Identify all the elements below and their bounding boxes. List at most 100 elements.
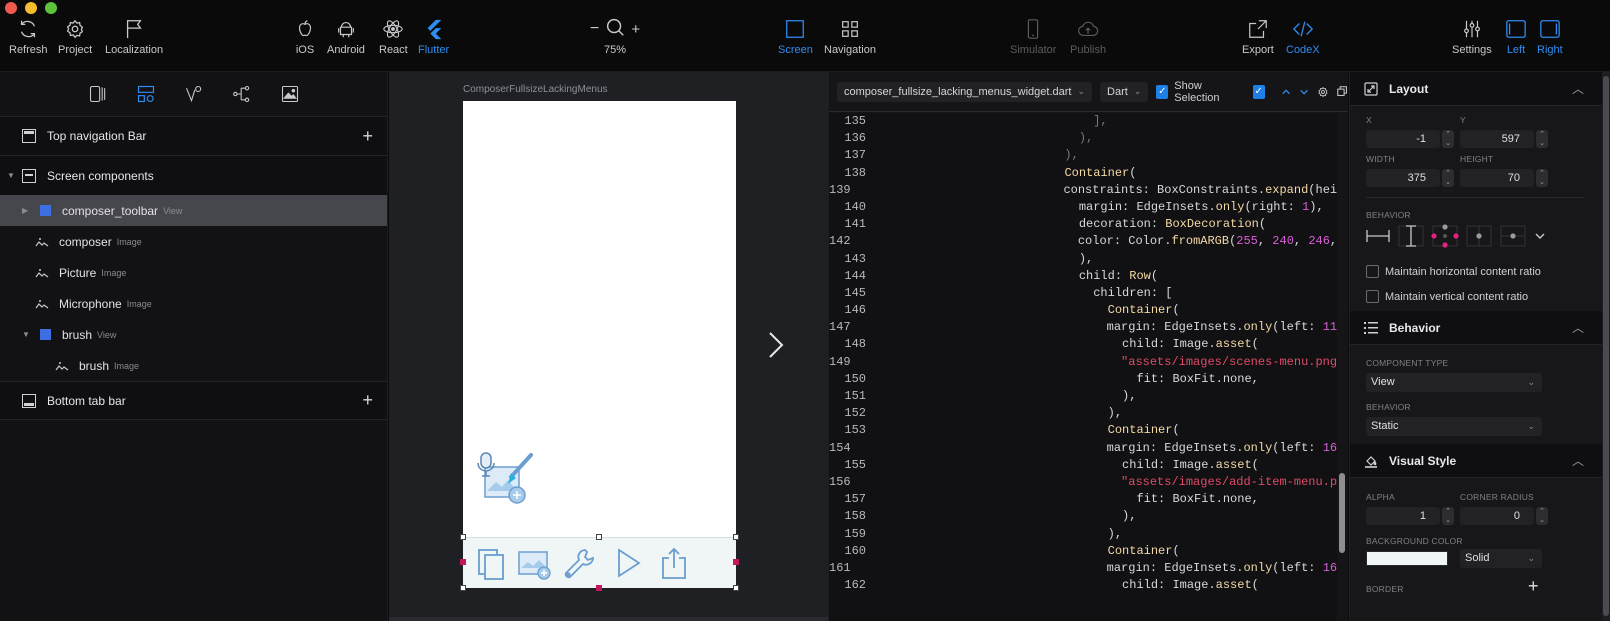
resize-behavior-options[interactable] [1366, 223, 1566, 249]
code-line[interactable]: 138 Container( [829, 165, 1337, 182]
codex-button[interactable]: CodeX [1286, 18, 1320, 56]
corner-radius-input[interactable]: 0 ⌃ ⌄ [1460, 507, 1548, 525]
code-line[interactable]: 146 Container( [829, 302, 1337, 319]
add-border-button[interactable]: + [1528, 576, 1539, 597]
toggle-right-panel-button[interactable]: Right [1537, 18, 1563, 56]
y-stepper[interactable]: ⌃ ⌄ [1536, 130, 1548, 148]
artboard-title[interactable]: ComposerFullsizeLackingMenus [463, 84, 608, 95]
composer-image[interactable] [475, 451, 535, 509]
zoom-in-button[interactable]: + [631, 21, 640, 38]
behavior-select[interactable]: Static ⌄ [1366, 417, 1542, 436]
layout-section-header[interactable]: Layout ︿ [1350, 72, 1610, 106]
chevron-up-icon[interactable] [1281, 86, 1291, 98]
project-button[interactable]: Project [58, 18, 92, 56]
copy-icon[interactable] [1337, 85, 1348, 98]
code-line[interactable]: 141 decoration: BoxDecoration( [829, 216, 1337, 233]
alpha-input[interactable]: 1 ⌃ ⌄ [1366, 507, 1454, 525]
platform-android-button[interactable]: Android [327, 18, 365, 56]
code-line[interactable]: 162 child: Image.asset( [829, 577, 1337, 594]
chevron-down-icon[interactable] [1535, 233, 1545, 239]
stretch-horizontal-option[interactable] [1366, 230, 1390, 242]
scenes-menu-icon[interactable] [475, 546, 509, 580]
settings-button[interactable]: Settings [1452, 18, 1492, 56]
artboard[interactable] [460, 101, 739, 591]
inspector-scrollbar[interactable] [1602, 72, 1610, 621]
code-line[interactable]: 157 fit: BoxFit.none, [829, 491, 1337, 508]
tab-assets[interactable] [280, 84, 300, 104]
code-line[interactable]: 143 ), [829, 251, 1337, 268]
layer-item[interactable]: Picture Image [0, 257, 387, 288]
screen-components-section[interactable]: ▼ Screen components [0, 156, 387, 195]
code-line[interactable]: 154 margin: EdgeInsets.only(left: 16), [829, 440, 1337, 457]
code-editor[interactable]: 135 ], 136 ), 137 ), 138 Container(139 cons… [829, 113, 1337, 621]
background-color-swatch[interactable] [1366, 551, 1448, 566]
layer-item[interactable]: Microphone Image [0, 288, 387, 319]
tab-screens[interactable] [88, 84, 108, 104]
code-line[interactable]: 147 margin: EdgeInsets.only(left: 11), [829, 319, 1337, 336]
selection-handle[interactable] [733, 534, 739, 540]
design-canvas[interactable]: ComposerFullsizeLackingMenus [389, 72, 828, 621]
layer-item[interactable]: ▼ brush View [0, 319, 387, 350]
code-line[interactable]: 142 color: Color.fromARGB(255, 240, 246,… [829, 233, 1337, 250]
code-line[interactable]: 145 children: [ [829, 285, 1337, 302]
publish-button[interactable]: Publish [1070, 18, 1106, 56]
code-line[interactable]: 156 "assets/images/add-item-menu.png", [829, 474, 1337, 491]
code-line[interactable]: 158 ), [829, 508, 1337, 525]
refresh-button[interactable]: Refresh [9, 18, 48, 56]
code-line[interactable]: 137 ), [829, 147, 1337, 164]
localization-button[interactable]: Localization [105, 18, 163, 56]
composer-toolbar[interactable] [463, 537, 736, 588]
code-scrollbar[interactable] [1338, 113, 1346, 621]
toggle-left-panel-button[interactable]: Left [1505, 18, 1527, 56]
collapse-caret-icon[interactable]: ▼ [7, 171, 15, 180]
layer-item[interactable]: ▶ composer_toolbar View [0, 195, 387, 226]
gear-icon[interactable] [1317, 85, 1329, 99]
height-input[interactable]: 70 ⌃ ⌄ [1460, 169, 1548, 187]
selection-handle[interactable] [460, 534, 466, 540]
platform-flutter-button[interactable]: Flutter [418, 18, 449, 56]
chevron-up-icon[interactable]: ︿ [1572, 452, 1584, 469]
zoom-out-button[interactable]: − [590, 20, 599, 38]
pin-handle[interactable] [596, 585, 602, 591]
code-line[interactable]: 153 Container( [829, 422, 1337, 439]
navigation-view-button[interactable]: Navigation [824, 18, 876, 56]
secondary-checkbox[interactable]: ✓ [1252, 84, 1265, 99]
language-select[interactable]: Dart ⌄ [1100, 81, 1149, 102]
add-top-nav-button[interactable]: + [362, 126, 373, 147]
add-bottom-tab-button[interactable]: + [362, 390, 373, 411]
close-window-button[interactable] [5, 2, 17, 14]
pin-handle[interactable] [460, 559, 466, 565]
checkbox[interactable] [1366, 290, 1379, 303]
share-icon[interactable] [657, 546, 691, 580]
chevron-up-icon[interactable]: ︿ [1572, 319, 1584, 336]
width-input[interactable]: 375 ⌃ ⌄ [1366, 169, 1454, 187]
canvas-horizontal-scrollbar[interactable] [389, 617, 828, 621]
maximize-window-button[interactable] [45, 2, 57, 14]
tab-vector[interactable] [184, 84, 204, 104]
selection-handle[interactable] [460, 585, 466, 591]
code-line[interactable]: 135 ], [829, 113, 1337, 130]
pin-handle[interactable] [733, 559, 739, 565]
center-horizontal-option[interactable] [1500, 225, 1526, 247]
code-line[interactable]: 159 ), [829, 526, 1337, 543]
maintain-vertical-ratio-checkbox[interactable]: Maintain vertical content ratio [1366, 290, 1528, 303]
show-selection-checkbox[interactable]: ✓ [1156, 84, 1169, 99]
tab-flow[interactable] [232, 84, 252, 104]
code-line[interactable]: 155 child: Image.asset( [829, 457, 1337, 474]
layer-item[interactable]: composer Image [0, 226, 387, 257]
code-line[interactable]: 152 ), [829, 405, 1337, 422]
chevron-down-icon[interactable] [1299, 86, 1309, 98]
corner-radius-stepper[interactable]: ⌃ ⌄ [1536, 507, 1548, 525]
x-input[interactable]: -1 ⌃ ⌄ [1366, 130, 1454, 148]
alpha-stepper[interactable]: ⌃ ⌄ [1442, 507, 1454, 525]
y-input[interactable]: 597 ⌃ ⌄ [1460, 130, 1548, 148]
top-navigation-bar-section[interactable]: Top navigation Bar + [0, 117, 387, 156]
platform-ios-button[interactable]: iOS [294, 18, 316, 56]
minimize-window-button[interactable] [25, 2, 37, 14]
code-line[interactable]: 140 margin: EdgeInsets.only(right: 1), [829, 199, 1337, 216]
screen-view-button[interactable]: Screen [778, 18, 813, 56]
code-line[interactable]: 136 ), [829, 130, 1337, 147]
export-button[interactable]: Export [1242, 18, 1274, 56]
collapse-caret-icon[interactable]: ▼ [22, 330, 30, 339]
code-line[interactable]: 144 child: Row( [829, 268, 1337, 285]
